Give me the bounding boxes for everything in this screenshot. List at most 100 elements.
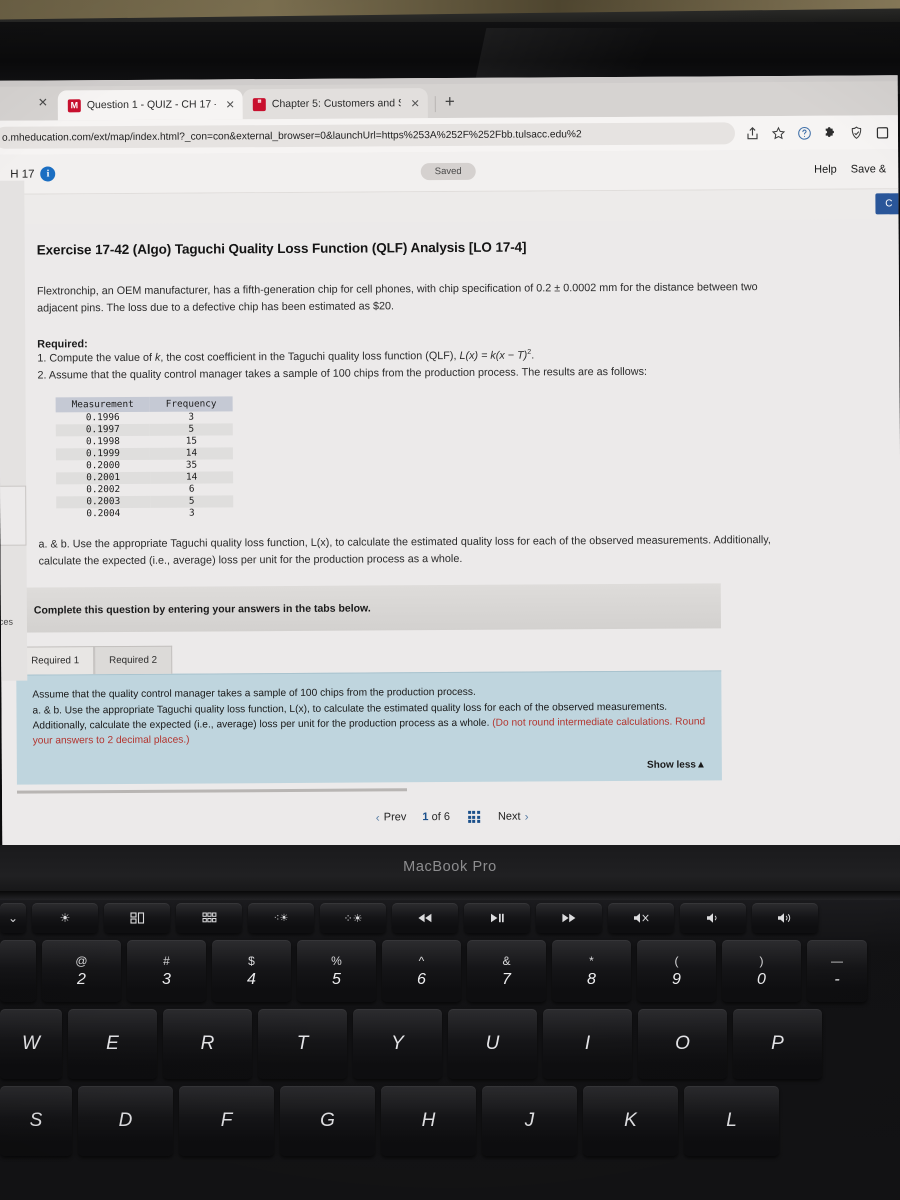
key-r[interactable]: R [163,1009,252,1079]
key-t[interactable]: T [258,1009,347,1079]
key-o[interactable]: O [638,1009,727,1079]
brightness-up-icon[interactable]: ☀ [32,903,98,933]
exercise-intro: Flextronchip, an OEM manufacturer, has a… [36,281,758,315]
table-header-row: Measurement Frequency [55,396,233,413]
fast-forward-icon[interactable] [536,903,602,933]
keyboard-backlight-down-icon[interactable]: ⁖☀ [248,903,314,933]
key-upper: ( [674,953,679,968]
table-row: 0.1996 3 [56,411,233,424]
cell-measurement: 0.2003 [56,495,151,509]
address-bar[interactable]: o.mheducation.com/ext/map/index.html?_co… [0,122,736,149]
new-tab-button[interactable]: + [443,92,455,118]
tab-required-2[interactable]: Required 2 [94,646,173,675]
key-upper: @ [75,953,88,968]
keyboard: ⌄ ☀ ⁖☀ ⁘☀ @ 2 # 3 $ 4 % 5 ^ 6 & 7 * 8 (… [0,903,900,1163]
key-e[interactable]: E [68,1009,157,1079]
key-3[interactable]: #3 [127,940,206,1002]
key-lower: 5 [332,970,341,988]
save-and-exit-button[interactable]: Save & [851,163,887,175]
key-s[interactable]: S [0,1086,72,1156]
key-f[interactable]: F [179,1086,274,1156]
extensions-puzzle-icon[interactable] [823,125,838,140]
close-icon[interactable]: ✕ [407,97,420,110]
required-1-end: . [531,349,535,362]
key-j[interactable]: J [482,1086,577,1156]
key-6[interactable]: ^ 6 [382,940,461,1002]
key-label: P [771,1033,784,1054]
help-circle-icon[interactable] [797,125,812,140]
play-pause-icon[interactable] [464,903,530,933]
launchpad-icon[interactable] [176,903,242,933]
page-total: 6 [443,811,450,824]
share-icon[interactable] [745,126,760,141]
volume-down-icon[interactable] [680,903,746,933]
grid-icon[interactable] [467,810,480,823]
key-0[interactable]: ) 0 [722,940,801,1002]
key-label: T [296,1033,309,1054]
table-row: 0.2001 14 [56,471,234,485]
key-label: I [584,1033,591,1054]
key-esc-partial[interactable]: ⌄ [0,903,26,933]
key-9[interactable]: (9 [637,940,716,1002]
next-button[interactable]: Next › [498,810,529,824]
key-1-partial[interactable] [0,940,36,1002]
answer-tabs: Required 1 Required 2 [16,642,900,675]
prev-button[interactable]: ‹ Prev [376,810,407,824]
key-y[interactable]: Y [353,1009,442,1079]
cell-frequency: 14 [149,447,233,460]
cell-frequency: 6 [188,483,195,495]
key-2[interactable]: @2 [42,940,121,1002]
laptop-screen: ✕ M Question 1 - QUIZ - CH 17 - C ✕ ▤ Ch… [0,75,900,851]
key-5[interactable]: % 5 [297,940,376,1002]
mission-control-icon[interactable] [104,903,170,933]
key-8[interactable]: * 8 [552,940,631,1002]
browser-tab-active[interactable]: M Question 1 - QUIZ - CH 17 - C ✕ [57,89,243,121]
key-lower: - [834,970,840,988]
key-4[interactable]: $4 [212,940,291,1002]
info-circle-icon[interactable]: i [40,166,56,182]
check-my-work-button[interactable]: C [875,193,900,215]
cell-measurement: 0.1999 [55,447,151,461]
profile-icon[interactable] [875,125,890,140]
tab-required-1[interactable]: Required 1 [16,646,95,675]
bookmark-star-icon[interactable] [771,125,786,140]
browser-toolbar: o.mheducation.com/ext/map/index.html?_co… [0,115,899,155]
browser-tab-inactive[interactable]: ▤ Chapter 5: Customers and Sa ✕ [242,88,428,120]
keyboard-backlight-up-icon[interactable]: ⁘☀ [320,903,386,933]
required-panel: Assume that the quality control manager … [16,670,722,785]
key-7[interactable]: & 7 [467,940,546,1002]
key-p[interactable]: P [733,1009,822,1079]
column-header-measurement: Measurement [55,396,150,413]
key-h[interactable]: H [381,1086,476,1156]
table-row: 0.1997 5 [55,423,233,437]
key-g[interactable]: G [280,1086,375,1156]
mcgraw-hill-icon: ▤ [252,97,266,111]
key-label: F [220,1110,233,1131]
key-d[interactable]: D [78,1086,173,1156]
required-1-pre: 1. Compute the value of [37,352,156,365]
table-row: 0.2002 6 [56,483,233,496]
next-label: Next [497,810,521,823]
key-minus[interactable]: — - [807,940,867,1002]
table-row: 0.2003 5 [56,495,234,509]
cell-measurement: 0.1996 [85,412,120,424]
question-pager: ‹ Prev 1 of 6 Next › [2,807,900,826]
key-i[interactable]: I [543,1009,632,1079]
shield-icon[interactable] [849,125,864,140]
cell-frequency: 14 [150,471,234,484]
help-button[interactable]: Help [814,163,837,175]
rewind-icon[interactable] [392,903,458,933]
key-upper: # [163,953,170,968]
offscreen-tab-close-icon[interactable]: ✕ [38,95,58,120]
mute-icon[interactable] [608,903,674,933]
key-label: O [675,1033,690,1054]
screenshot-root: ✕ M Question 1 - QUIZ - CH 17 - C ✕ ▤ Ch… [0,0,900,1200]
key-w[interactable]: W [0,1009,62,1079]
key-k[interactable]: K [583,1086,678,1156]
key-l[interactable]: L [684,1086,779,1156]
close-icon[interactable]: ✕ [222,98,235,111]
key-u[interactable]: U [448,1009,537,1079]
show-less-link[interactable]: Show less▲ [33,759,706,774]
volume-up-icon[interactable] [752,903,818,933]
laptop-hinge [0,891,900,900]
